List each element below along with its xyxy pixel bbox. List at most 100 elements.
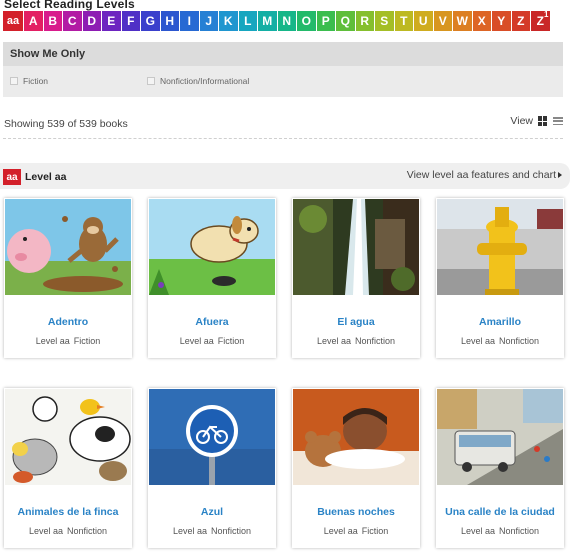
level-badge: aa — [3, 169, 21, 185]
select-reading-levels-title: Select Reading Levels — [4, 0, 135, 11]
level-button-p[interactable]: P — [316, 11, 335, 31]
level-button-a[interactable]: A — [24, 11, 43, 31]
level-section-title: Level aa — [25, 171, 67, 183]
book-title[interactable]: Una calle de la ciudad — [436, 506, 564, 518]
level-features-link-text: View level aa features and chart — [406, 169, 556, 181]
level-button-x[interactable]: X — [472, 11, 491, 31]
level-button-f[interactable]: F — [121, 11, 140, 31]
book-level: Level aa — [316, 336, 351, 346]
book-meta: Level aa Nonfiction — [436, 336, 564, 346]
book-cover-adentro — [5, 199, 131, 295]
book-meta: Level aa Nonfiction — [436, 526, 564, 536]
book-cover-el-agua — [293, 199, 419, 295]
level-button-n[interactable]: N — [277, 11, 296, 31]
book-card-azul[interactable]: Azul Level aa Nonfiction — [148, 388, 276, 548]
book-card-afuera[interactable]: Afuera Level aa Fiction — [148, 198, 276, 358]
book-level: Level aa — [28, 526, 63, 536]
results-count: Showing 539 of 539 books — [4, 118, 128, 130]
book-meta: Level aa Fiction — [148, 336, 276, 346]
book-meta: Level aa Nonfiction — [292, 336, 420, 346]
book-cover-una-calle-de-la-ciudad — [437, 389, 563, 485]
book-cover-azul — [149, 389, 275, 485]
book-title[interactable]: Afuera — [148, 316, 276, 328]
book-cover-animales-de-la-finca — [5, 389, 131, 485]
level-button-o[interactable]: O — [297, 11, 316, 31]
nonfiction-checkbox[interactable] — [147, 77, 155, 85]
divider — [3, 138, 563, 139]
level-button-z1-label: Z — [536, 14, 544, 28]
level-button-z[interactable]: Z — [511, 11, 530, 31]
book-level: Level aa — [460, 336, 495, 346]
filter-fiction[interactable]: Fiction — [10, 76, 48, 86]
view-label: View — [510, 115, 533, 127]
book-meta: Level aa Fiction — [4, 336, 132, 346]
level-button-z1-superscript: 1 — [544, 10, 549, 19]
fiction-label: Fiction — [23, 76, 49, 86]
book-genre: Fiction — [73, 336, 101, 346]
book-card-animales-de-la-finca[interactable]: Animales de la finca Level aa Nonfiction — [4, 388, 132, 548]
filter-header: Show Me Only — [3, 42, 563, 66]
level-button-j[interactable]: J — [199, 11, 218, 31]
reading-level-selector: aa A B C D E F G H I J K L M N O P Q R S… — [3, 10, 550, 31]
book-level: Level aa — [172, 526, 207, 536]
book-level: Level aa — [460, 526, 495, 536]
fiction-checkbox[interactable] — [10, 77, 18, 85]
book-card-buenas-noches[interactable]: Buenas noches Level aa Fiction — [292, 388, 420, 548]
level-features-link[interactable]: View level aa features and chart — [407, 169, 562, 181]
book-title[interactable]: Adentro — [4, 316, 132, 328]
book-card-el-agua[interactable]: El agua Level aa Nonfiction — [292, 198, 420, 358]
book-title[interactable]: El agua — [292, 316, 420, 328]
level-button-y[interactable]: Y — [492, 11, 511, 31]
grid-view-icon[interactable] — [538, 116, 548, 126]
book-level: Level aa — [179, 336, 214, 346]
level-button-v[interactable]: V — [433, 11, 452, 31]
level-button-b[interactable]: B — [43, 11, 62, 31]
book-genre: Nonfiction — [67, 526, 108, 536]
level-button-c[interactable]: C — [63, 11, 82, 31]
level-section-header: aa Level aa View level aa features and c… — [0, 163, 570, 189]
filter-panel: Show Me Only Fiction Nonfiction/Informat… — [3, 42, 563, 97]
book-genre: Fiction — [361, 526, 389, 536]
book-cover-buenas-noches — [293, 389, 419, 485]
level-button-w[interactable]: W — [453, 11, 472, 31]
list-view-icon[interactable] — [553, 116, 563, 126]
view-toggle: View — [510, 115, 563, 127]
level-button-m[interactable]: M — [258, 11, 277, 31]
book-cover-afuera — [149, 199, 275, 295]
level-button-r[interactable]: R — [355, 11, 374, 31]
book-title[interactable]: Animales de la finca — [4, 506, 132, 518]
book-card-amarillo[interactable]: Amarillo Level aa Nonfiction — [436, 198, 564, 358]
level-button-e[interactable]: E — [102, 11, 121, 31]
level-button-t[interactable]: T — [394, 11, 413, 31]
book-cover-amarillo — [437, 199, 563, 295]
book-level: Level aa — [35, 336, 70, 346]
level-button-d[interactable]: D — [82, 11, 101, 31]
book-card-una-calle-de-la-ciudad[interactable]: Una calle de la ciudad Level aa Nonfictio… — [436, 388, 564, 548]
filter-nonfiction[interactable]: Nonfiction/Informational — [147, 76, 249, 86]
book-genre: Fiction — [217, 336, 245, 346]
book-level: Level aa — [323, 526, 358, 536]
book-meta: Level aa Fiction — [292, 526, 420, 536]
book-genre: Nonfiction — [499, 526, 540, 536]
level-button-g[interactable]: G — [141, 11, 160, 31]
level-button-i[interactable]: I — [180, 11, 199, 31]
level-button-k[interactable]: K — [219, 11, 238, 31]
book-meta: Level aa Nonfiction — [4, 526, 132, 536]
book-title[interactable]: Azul — [148, 506, 276, 518]
book-title[interactable]: Buenas noches — [292, 506, 420, 518]
book-genre: Nonfiction — [211, 526, 252, 536]
book-card-adentro[interactable]: Adentro Level aa Fiction — [4, 198, 132, 358]
level-button-aa[interactable]: aa — [3, 11, 23, 31]
level-button-z1[interactable]: Z1 — [531, 10, 550, 31]
book-meta: Level aa Nonfiction — [148, 526, 276, 536]
book-genre: Nonfiction — [355, 336, 396, 346]
book-title[interactable]: Amarillo — [436, 316, 564, 328]
level-button-l[interactable]: L — [238, 11, 257, 31]
nonfiction-label: Nonfiction/Informational — [160, 76, 250, 86]
level-button-h[interactable]: H — [160, 11, 179, 31]
level-button-s[interactable]: S — [375, 11, 394, 31]
play-arrow-icon — [558, 172, 562, 178]
level-button-u[interactable]: U — [414, 11, 433, 31]
book-genre: Nonfiction — [499, 336, 540, 346]
level-button-q[interactable]: Q — [336, 11, 355, 31]
